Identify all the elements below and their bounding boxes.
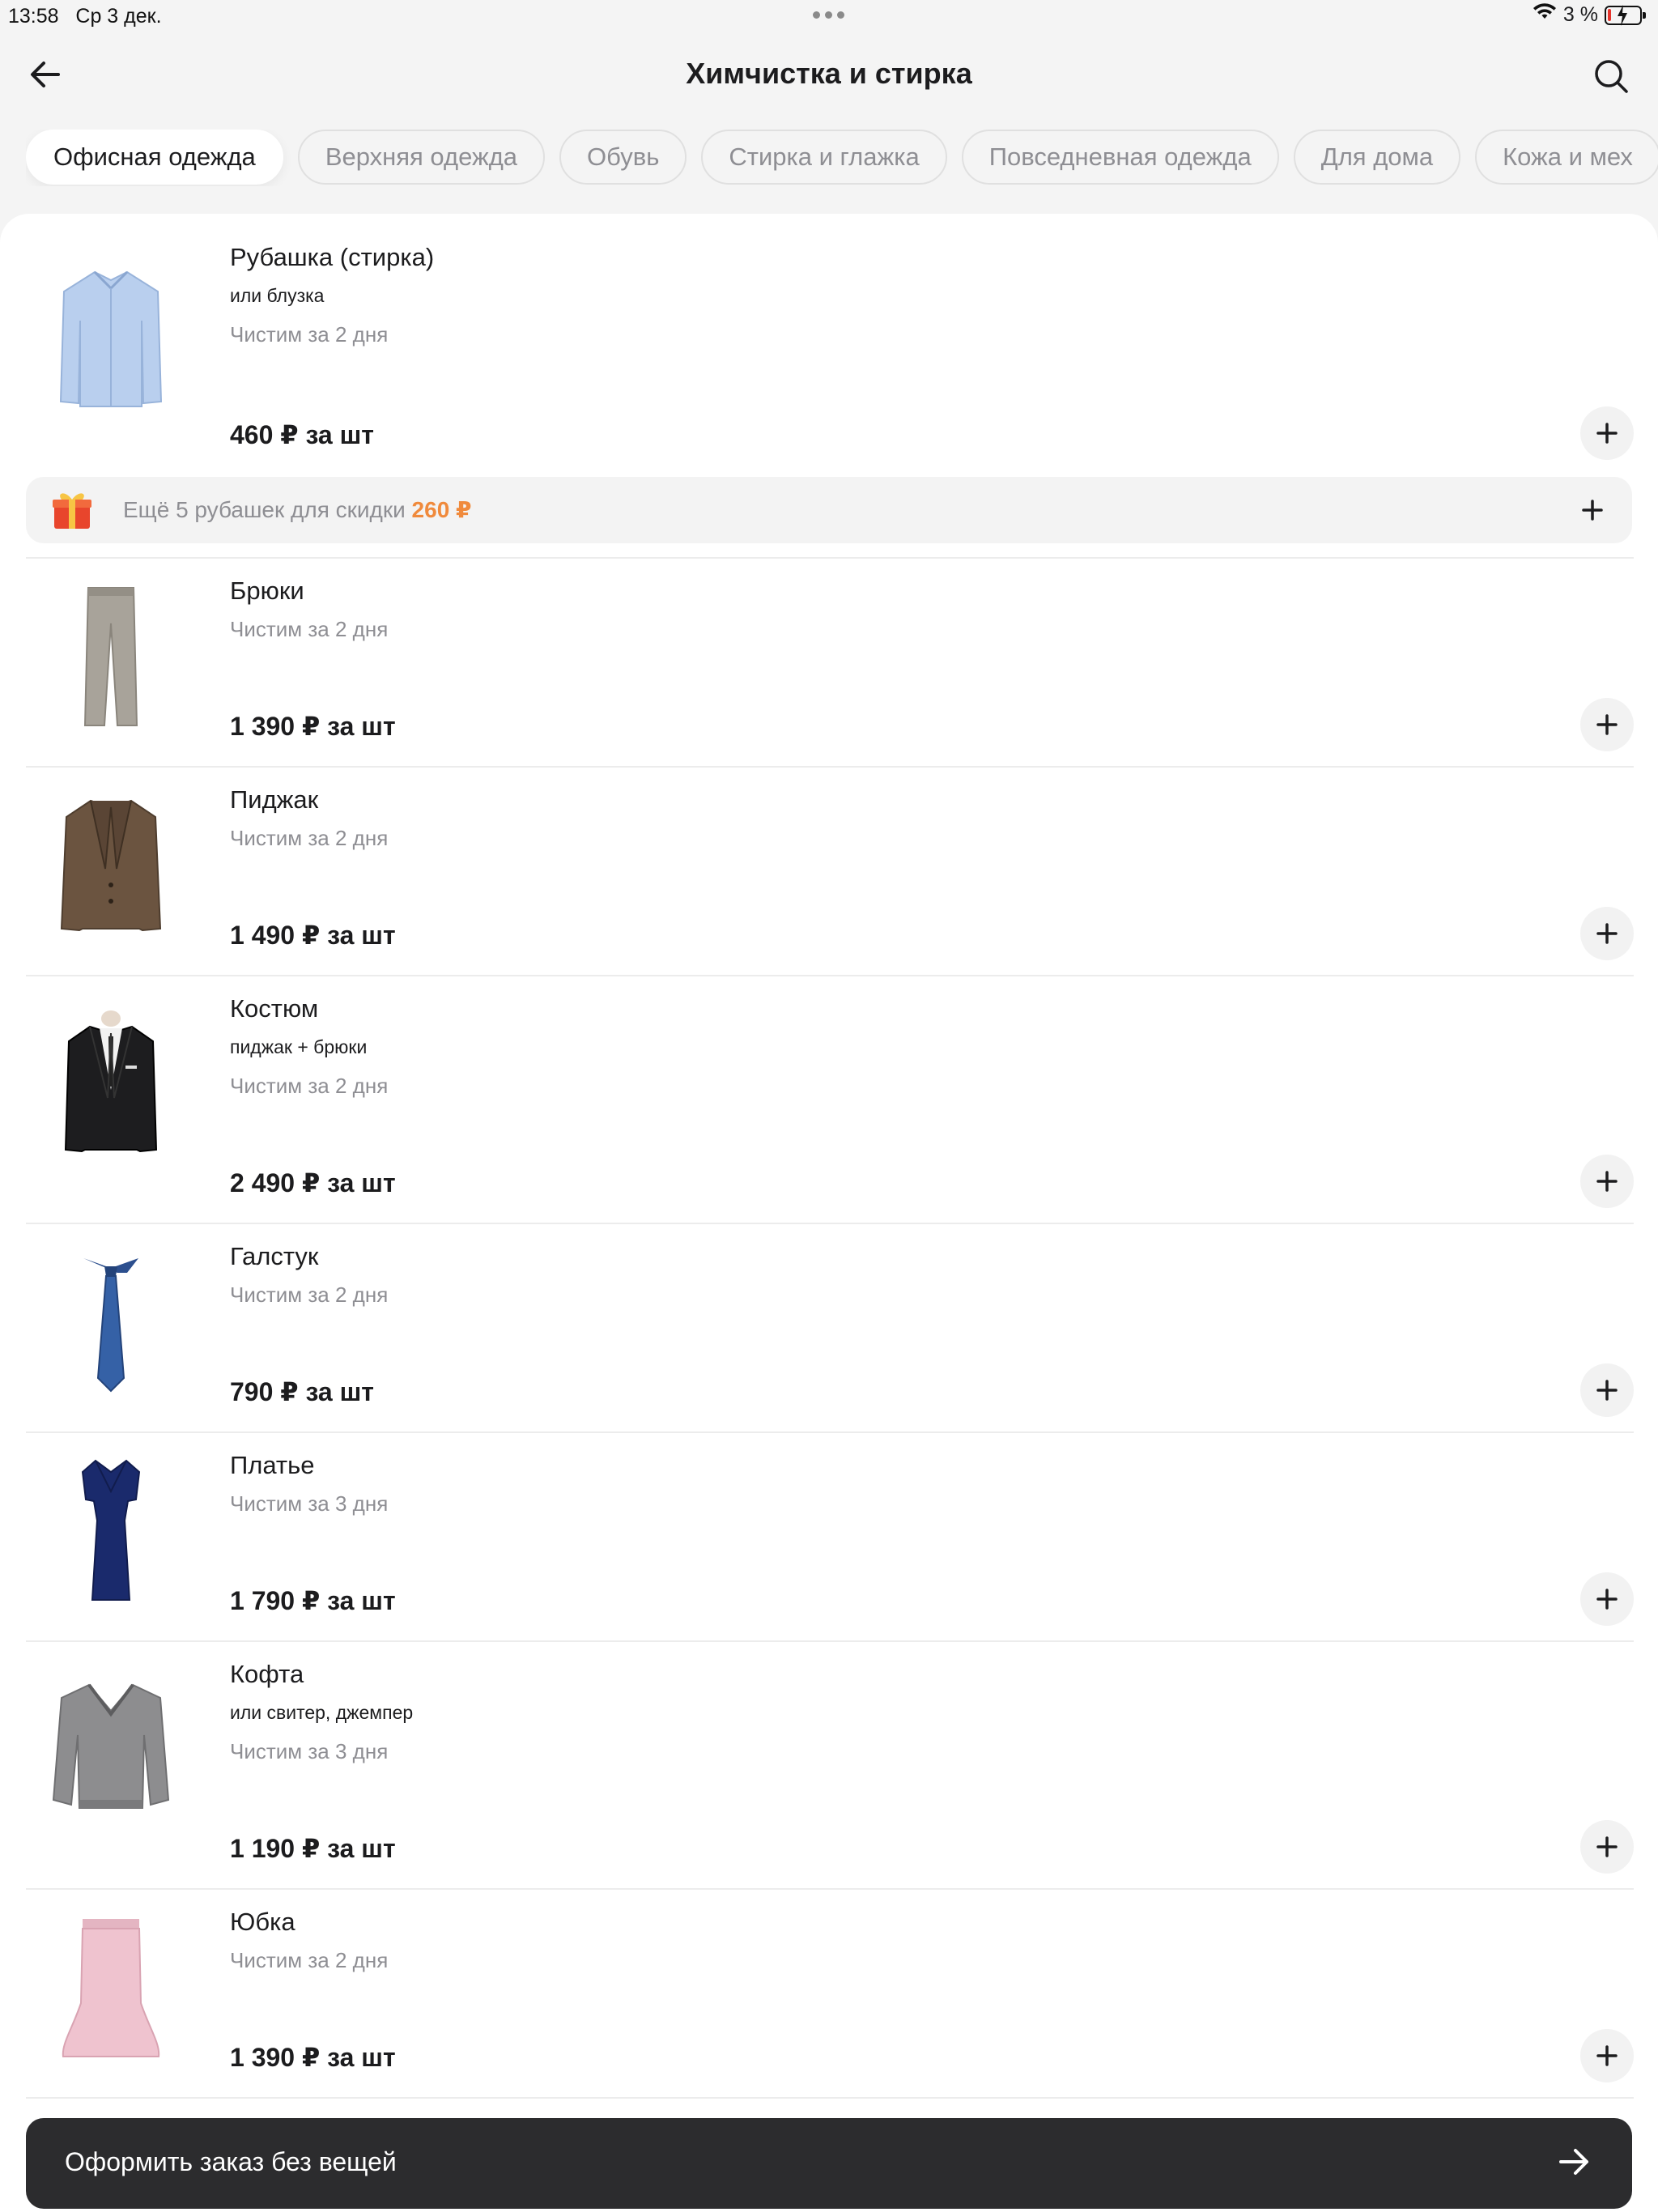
item-price: 2 490 ₽ за шт — [230, 1168, 396, 1197]
list-item[interactable]: Рубашка (стирка) или блузка Чистим за 2 … — [26, 214, 1634, 477]
status-time-date: 13:58 Ср 3 дек. — [8, 5, 162, 28]
item-term: Чистим за 2 дня — [230, 1074, 389, 1098]
plus-icon — [1596, 1380, 1618, 1401]
wifi-icon — [1533, 3, 1557, 27]
search-icon — [1595, 60, 1628, 93]
suit-icon — [26, 1001, 196, 1163]
item-price: 1 190 ₽ за шт — [230, 1834, 396, 1863]
promo-message: Ещё 5 рубашек для скидки — [123, 497, 406, 522]
plus-icon — [1596, 714, 1618, 735]
item-term: Чистим за 2 дня — [230, 322, 389, 347]
item-title: Юбка — [230, 1908, 295, 1936]
battery-percent: 3 % — [1562, 3, 1598, 26]
list-item[interactable]: Пиджак Чистим за 2 дня 1 490 ₽ за шт — [26, 768, 1634, 976]
status-indicators: 3 % — [1533, 3, 1646, 27]
blazer-icon — [26, 784, 196, 946]
list-item[interactable]: Кофта или свитер, джемпер Чистим за 3 дн… — [26, 1642, 1634, 1890]
item-price: 460 ₽ за шт — [230, 420, 374, 449]
item-term: Чистим за 2 дня — [230, 1283, 389, 1307]
item-term: Чистим за 3 дня — [230, 1739, 389, 1763]
list-item[interactable]: Юбка Чистим за 2 дня 1 390 ₽ за шт — [26, 1890, 1634, 2099]
add-button[interactable] — [1580, 907, 1634, 960]
item-term: Чистим за 2 дня — [230, 826, 389, 850]
skirt-icon — [26, 1906, 196, 2068]
category-tabs: Офисная одежда Верхняя одежда Обувь Стир… — [26, 130, 1658, 186]
item-title: Брюки — [230, 576, 304, 605]
tab-leather[interactable]: Кожа и мех — [1475, 130, 1658, 185]
plus-icon — [1596, 1171, 1618, 1192]
shirt-icon — [26, 256, 196, 418]
plus-icon — [1596, 923, 1618, 944]
item-term: Чистим за 2 дня — [230, 617, 389, 641]
item-title: Кофта — [230, 1660, 304, 1688]
promo-add-button[interactable] — [1572, 490, 1613, 530]
plus-icon — [1582, 500, 1603, 521]
item-price: 1 790 ₽ за шт — [230, 1586, 396, 1615]
item-subtitle: или блузка — [230, 285, 325, 306]
item-subtitle: или свитер, джемпер — [230, 1702, 414, 1723]
header: Химчистка и стирка — [0, 45, 1658, 104]
item-title: Рубашка (стирка) — [230, 243, 435, 271]
dress-icon — [26, 1449, 196, 1611]
status-date: Ср 3 дек. — [75, 5, 162, 28]
item-title: Костюм — [230, 994, 319, 1023]
battery-icon — [1605, 4, 1646, 26]
promo-amount: 260 ₽ — [411, 497, 472, 522]
item-term: Чистим за 3 дня — [230, 1491, 389, 1516]
arrow-right-icon — [1556, 2144, 1592, 2184]
item-title: Галстук — [230, 1242, 319, 1270]
item-price: 1 390 ₽ за шт — [230, 2043, 396, 2072]
plus-icon — [1596, 423, 1618, 444]
item-title: Пиджак — [230, 785, 319, 814]
trousers-icon — [26, 575, 196, 737]
gift-icon — [50, 488, 94, 536]
items-card: Рубашка (стирка) или блузка Чистим за 2 … — [0, 214, 1658, 2212]
tab-washing[interactable]: Стирка и глажка — [701, 130, 947, 185]
item-term: Чистим за 2 дня — [230, 1948, 389, 1972]
add-button[interactable] — [1580, 1155, 1634, 1208]
add-button[interactable] — [1580, 1363, 1634, 1417]
item-title: Платье — [230, 1451, 315, 1479]
discount-promo-banner[interactable]: Ещё 5 рубашек для скидки 260 ₽ — [26, 477, 1632, 543]
multitasking-dots-icon[interactable] — [813, 11, 844, 19]
item-subtitle: пиджак + брюки — [230, 1036, 368, 1057]
list-item[interactable]: Брюки Чистим за 2 дня 1 390 ₽ за шт — [26, 559, 1634, 768]
tab-shoes[interactable]: Обувь — [559, 130, 687, 185]
plus-icon — [1596, 1589, 1618, 1610]
add-button[interactable] — [1580, 2029, 1634, 2082]
item-price: 790 ₽ за шт — [230, 1377, 374, 1406]
checkout-without-items-button[interactable]: Оформить заказ без вещей — [26, 2118, 1632, 2209]
sweater-icon — [26, 1666, 196, 1828]
list-item[interactable]: Платье Чистим за 3 дня 1 790 ₽ за шт — [26, 1433, 1634, 1642]
item-price: 1 390 ₽ за шт — [230, 712, 396, 741]
status-time: 13:58 — [8, 5, 59, 28]
page-title: Химчистка и стирка — [686, 57, 972, 90]
add-button[interactable] — [1580, 1820, 1634, 1874]
add-button[interactable] — [1580, 406, 1634, 460]
add-button[interactable] — [1580, 1572, 1634, 1626]
plus-icon — [1596, 2045, 1618, 2066]
tie-icon — [26, 1240, 196, 1402]
status-bar: 13:58 Ср 3 дек. 3 % — [0, 0, 1658, 32]
tab-casual[interactable]: Повседневная одежда — [961, 130, 1279, 185]
add-button[interactable] — [1580, 698, 1634, 751]
tab-office[interactable]: Офисная одежда — [26, 130, 283, 185]
plus-icon — [1596, 1836, 1618, 1857]
tab-outerwear[interactable]: Верхняя одежда — [297, 130, 546, 185]
checkout-label: Оформить заказ без вещей — [65, 2147, 397, 2176]
list-item[interactable]: Костюм пиджак + брюки Чистим за 2 дня 2 … — [26, 976, 1634, 1224]
list-item[interactable]: Галстук Чистим за 2 дня 790 ₽ за шт — [26, 1224, 1634, 1433]
search-button[interactable] — [1588, 53, 1634, 99]
tab-home[interactable]: Для дома — [1293, 130, 1461, 185]
promo-text: Ещё 5 рубашек для скидки 260 ₽ — [123, 496, 472, 523]
item-price: 1 490 ₽ за шт — [230, 921, 396, 950]
